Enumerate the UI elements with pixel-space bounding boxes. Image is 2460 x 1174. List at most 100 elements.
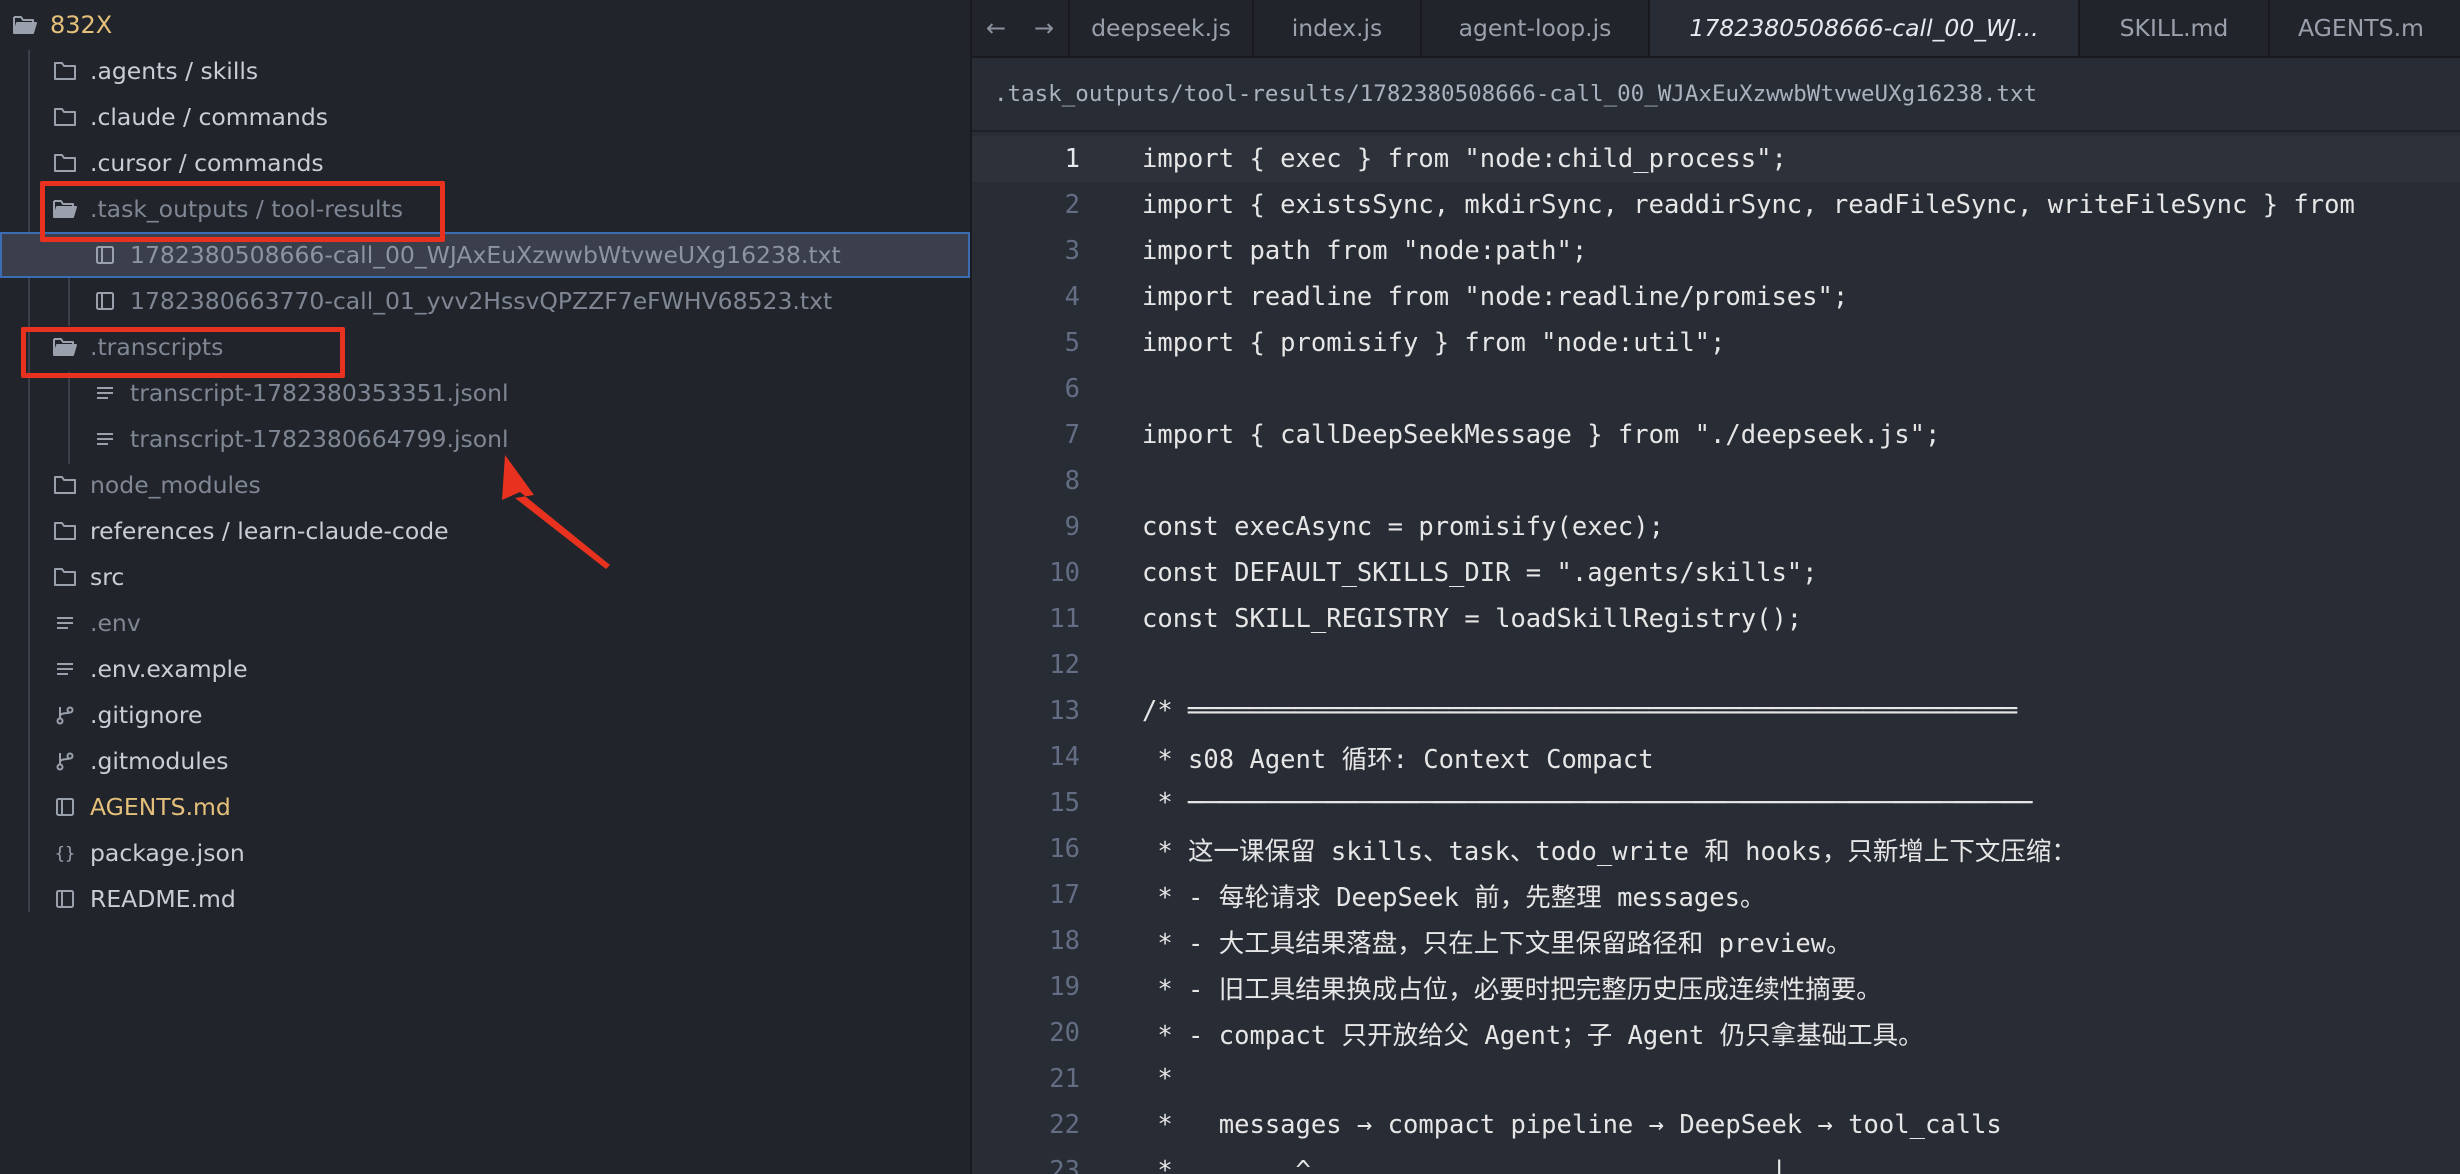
code-line[interactable]: 18 * - 大工具结果落盘，只在上下文里保留路径和 preview。 (972, 918, 2460, 964)
tree-item-node-modules[interactable]: node_modules (0, 462, 970, 508)
code-line[interactable]: 11 const SKILL_REGISTRY = loadSkillRegist… (972, 596, 2460, 642)
tree-root-832x[interactable]: 832X (0, 2, 970, 48)
code-line[interactable]: 14 * s08 Agent 循环: Context Compact (972, 734, 2460, 780)
tree-item-label: package.json (90, 839, 245, 867)
line-number: 23 (1049, 1156, 1080, 1174)
line-number: 10 (1049, 558, 1080, 588)
folder-icon (50, 562, 80, 592)
git-icon (50, 700, 80, 730)
annotation-box-task-outputs (40, 181, 445, 242)
annotation-arrow (502, 455, 610, 569)
code-line[interactable]: 16 * 这一课保留 skills、task、todo_write 和 hook… (972, 826, 2460, 872)
code-line-text: const DEFAULT_SKILLS_DIR = ".agents/skil… (1142, 558, 1818, 588)
folder-icon (50, 56, 80, 86)
lines-icon (50, 654, 80, 684)
code-editor[interactable]: 1 import { exec } from "node:child_proces… (972, 136, 2460, 1174)
line-number: 12 (1049, 650, 1080, 680)
tree-item-src[interactable]: src (0, 554, 970, 600)
code-line-text: * s08 Agent 循环: Context Compact (1142, 744, 1654, 775)
tab-agents-md[interactable]: AGENTS.m (2268, 0, 2460, 56)
code-line-text: import { callDeepSeekMessage } from "./d… (1142, 420, 1941, 450)
tree-item-label: .cursor / commands (90, 149, 324, 177)
code-line-text: import { promisify } from "node:util"; (1142, 328, 1726, 358)
tree-item-claude-commands[interactable]: .claude / commands (0, 94, 970, 140)
line-number: 19 (1049, 972, 1080, 1002)
code-line[interactable]: 13 /* ═══════════════════════════════════… (972, 688, 2460, 734)
tab-index-js[interactable]: index.js (1252, 0, 1420, 56)
tree-item-cursor-commands[interactable]: .cursor / commands (0, 140, 970, 186)
line-number: 9 (1064, 512, 1080, 542)
line-number: 11 (1049, 604, 1080, 634)
annotation-box-transcripts (21, 327, 345, 378)
tree-item-readme-md[interactable]: README.md (0, 876, 970, 922)
code-line[interactable]: 15 * ───────────────────────────────────… (972, 780, 2460, 826)
arrow-right-icon: → (1033, 14, 1055, 42)
code-line[interactable]: 4 import readline from "node:readline/pro… (972, 274, 2460, 320)
code-line-text: * - 旧工具结果换成占位，必要时把完整历史压成连续性摘要。 (1142, 974, 1882, 1005)
code-line[interactable]: 3 import path from "node:path"; (972, 228, 2460, 274)
code-line-text: import { existsSync, mkdirSync, readdirS… (1142, 190, 2355, 220)
line-number: 3 (1064, 236, 1080, 266)
tree-item-label: AGENTS.md (90, 793, 231, 821)
code-line[interactable]: 21 * (972, 1056, 2460, 1102)
tree-item-label: references / learn-claude-code (90, 517, 449, 545)
code-line-text: const SKILL_REGISTRY = loadSkillRegistry… (1142, 604, 1803, 634)
code-line[interactable]: 7 import { callDeepSeekMessage } from "./… (972, 412, 2460, 458)
code-line-text: * ──────────────────────────────────────… (1142, 788, 2033, 818)
tree-item-label: .env.example (90, 655, 248, 683)
line-number: 8 (1064, 466, 1080, 496)
tab-agent-loop-js[interactable]: agent-loop.js (1420, 0, 1648, 56)
lines-icon (90, 378, 120, 408)
tree-item-package-json[interactable]: {} package.json (0, 830, 970, 876)
code-line-text: * - compact 只开放给父 Agent；子 Agent 仍只拿基础工具。 (1142, 1020, 1924, 1051)
code-line[interactable]: 2 import { existsSync, mkdirSync, readdir… (972, 182, 2460, 228)
line-number: 22 (1049, 1110, 1080, 1140)
code-line[interactable]: 23 * ^ | (972, 1148, 2460, 1174)
code-line[interactable]: 1 import { exec } from "node:child_proces… (972, 136, 2460, 182)
line-number: 7 (1064, 420, 1080, 450)
line-number: 2 (1064, 190, 1080, 220)
svg-text:{}: {} (55, 844, 75, 864)
code-line[interactable]: 10 const DEFAULT_SKILLS_DIR = ".agents/sk… (972, 550, 2460, 596)
tree-item-references-learn-claude-code[interactable]: references / learn-claude-code (0, 508, 970, 554)
code-line[interactable]: 19 * - 旧工具结果换成占位，必要时把完整历史压成连续性摘要。 (972, 964, 2460, 1010)
code-line[interactable]: 20 * - compact 只开放给父 Agent；子 Agent 仍只拿基础… (972, 1010, 2460, 1056)
tree-item-label: README.md (90, 885, 236, 913)
back-button[interactable]: ← (972, 0, 1020, 56)
code-line[interactable]: 17 * - 每轮请求 DeepSeek 前，先整理 messages。 (972, 872, 2460, 918)
code-line[interactable]: 22 * messages → compact pipeline → DeepS… (972, 1102, 2460, 1148)
braces-icon: {} (50, 838, 80, 868)
tab-label: AGENTS.m (2298, 14, 2424, 42)
code-line-text: const execAsync = promisify(exec); (1142, 512, 1664, 542)
code-line[interactable]: 8 (972, 458, 2460, 504)
code-line[interactable]: 9 const execAsync = promisify(exec); (972, 504, 2460, 550)
line-number: 1 (1064, 144, 1080, 174)
line-number: 6 (1064, 374, 1080, 404)
tab-skill-md[interactable]: SKILL.md (2078, 0, 2268, 56)
tree-item-env[interactable]: .env (0, 600, 970, 646)
forward-button[interactable]: → (1020, 0, 1068, 56)
tree-item-agents-md[interactable]: AGENTS.md (0, 784, 970, 830)
tree-item-gitignore[interactable]: .gitignore (0, 692, 970, 738)
tab-deepseek-js[interactable]: deepseek.js (1068, 0, 1252, 56)
editor-pane: ← → deepseek.js index.js agent-loop.js 1… (972, 0, 2460, 1174)
tree-item-agents-skills[interactable]: .agents / skills (0, 48, 970, 94)
tree-item-env-example[interactable]: .env.example (0, 646, 970, 692)
tree-item-label: .agents / skills (90, 57, 259, 85)
folder-icon (50, 148, 80, 178)
tab-label: 1782380508666-call_00_WJ... (1689, 14, 2039, 42)
code-line-text: * 这一课保留 skills、task、todo_write 和 hooks，只… (1142, 836, 2077, 867)
code-line[interactable]: 5 import { promisify } from "node:util"; (972, 320, 2460, 366)
line-number: 15 (1049, 788, 1080, 818)
tree-item-1782380663770-call-01-yvv2hssvqpzzf7efwhv68523-txt[interactable]: 1782380663770-call_01_yvv2HssvQPZZF7eFWH… (0, 278, 970, 324)
line-number: 18 (1049, 926, 1080, 956)
line-number: 16 (1049, 834, 1080, 864)
line-number: 20 (1049, 1018, 1080, 1048)
tree-item-gitmodules[interactable]: .gitmodules (0, 738, 970, 784)
lines-icon (90, 424, 120, 454)
code-line[interactable]: 6 (972, 366, 2460, 412)
tree-item-label: 1782380508666-call_00_WJAxEuXzwwbWtvweUX… (130, 241, 841, 269)
tree-item-transcript-1782380664799-jsonl[interactable]: transcript-1782380664799.jsonl (0, 416, 970, 462)
code-line[interactable]: 12 (972, 642, 2460, 688)
tab-tool-result-txt[interactable]: 1782380508666-call_00_WJ... (1648, 0, 2078, 56)
